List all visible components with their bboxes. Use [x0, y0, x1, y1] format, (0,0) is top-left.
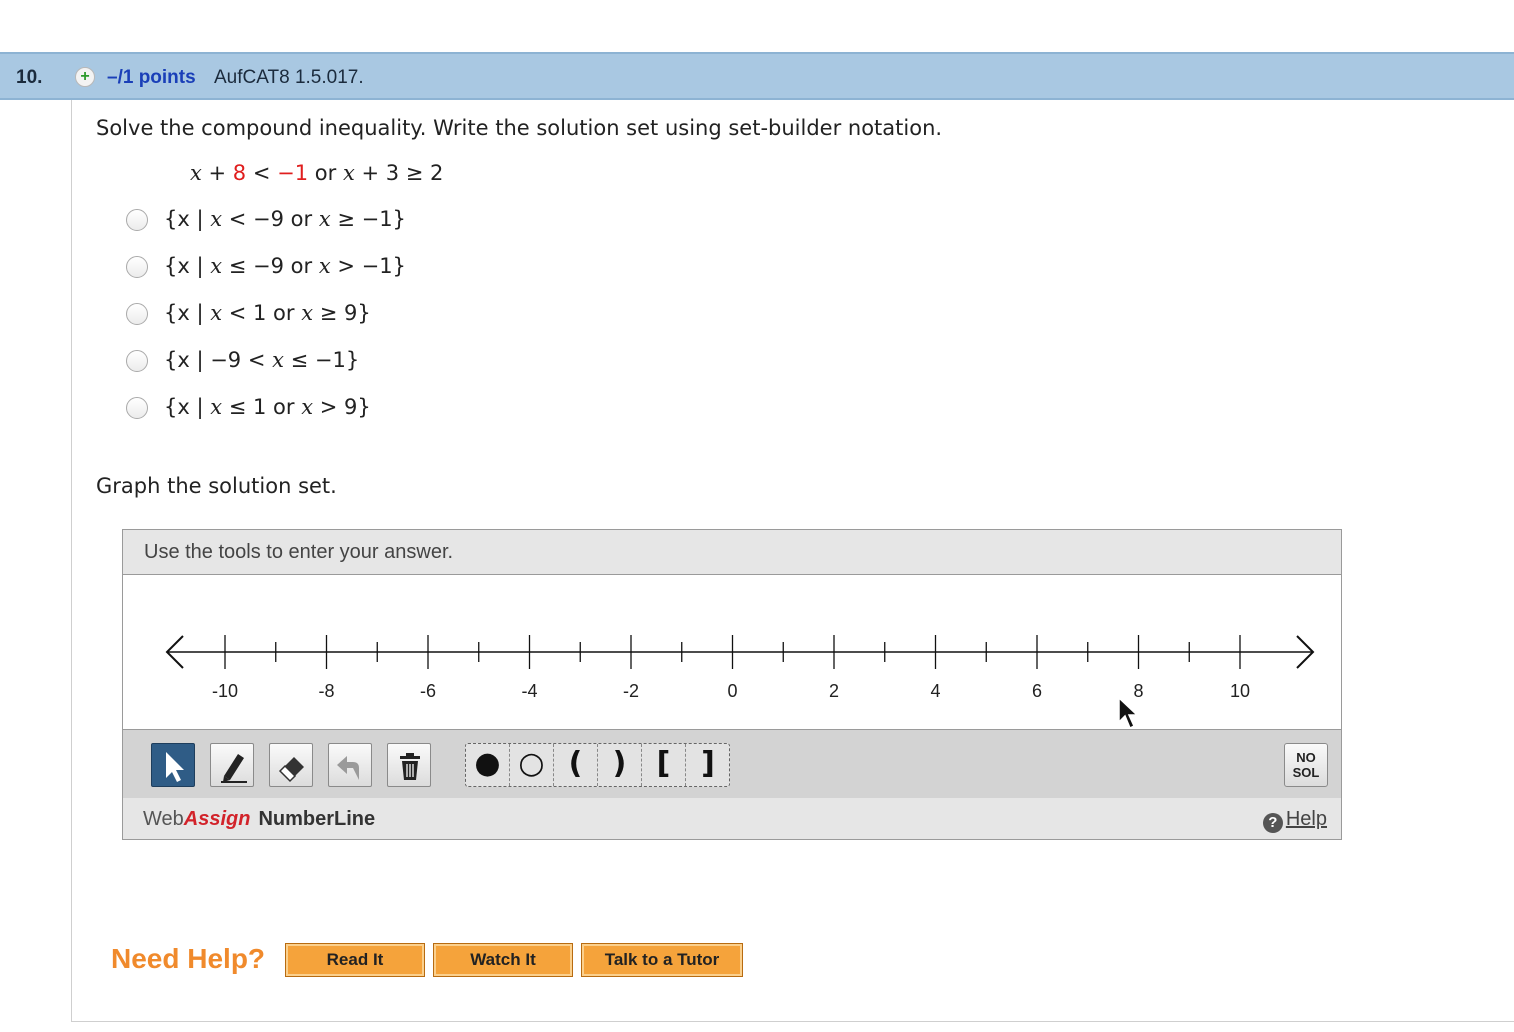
tick-label: 6: [1032, 681, 1042, 701]
question-prompt: Solve the compound inequality. Write the…: [96, 116, 943, 140]
help-label: Help: [1285, 808, 1327, 830]
mouse-cursor-icon: [1118, 696, 1139, 730]
radio-button[interactable]: [126, 350, 148, 372]
left-paren-button[interactable]: (: [554, 744, 598, 786]
radio-button[interactable]: [126, 397, 148, 419]
choice-label: {x | −9 < x ≤ −1}: [164, 348, 360, 372]
trash-icon: [400, 753, 420, 780]
tick-label: -4: [521, 681, 537, 701]
read-it-button[interactable]: Read It: [285, 943, 425, 977]
tool-header: Use the tools to enter your answer.: [123, 530, 1341, 575]
radio-button[interactable]: [126, 256, 148, 278]
watch-it-button[interactable]: Watch It: [433, 943, 573, 977]
left-bracket-button[interactable]: [: [642, 744, 686, 786]
webassign-numberline-logo: WebAssign NumberLine: [143, 808, 376, 830]
help-icon: ?: [1262, 813, 1283, 833]
points-label: –/1 points: [107, 67, 196, 88]
no-solution-line1: NO: [1296, 750, 1316, 765]
help-link[interactable]: ? Help: [1262, 808, 1327, 833]
no-solution-line2: SOL: [1292, 765, 1320, 780]
right-bracket-button[interactable]: ]: [686, 744, 730, 786]
question-code: AufCAT8 1.5.017.: [214, 67, 364, 88]
undo-tool-button[interactable]: [328, 743, 372, 787]
pointer-tool-button[interactable]: [151, 743, 195, 787]
eraser-icon: [278, 757, 304, 783]
radio-button[interactable]: [126, 209, 148, 231]
choice-label: {x | x ≤ 1 or x > 9}: [164, 395, 371, 419]
talk-to-tutor-button[interactable]: Talk to a Tutor: [581, 943, 743, 977]
tick-label: -6: [420, 681, 436, 701]
tick-label: -8: [318, 681, 334, 701]
choice-label: {x | x < 1 or x ≥ 9}: [164, 301, 371, 325]
content-left-border: [71, 100, 72, 1022]
tick-label: -2: [623, 681, 639, 701]
need-help-label: Need Help?: [111, 943, 266, 974]
choice-label: {x | x ≤ −9 or x > −1}: [164, 254, 406, 278]
trash-tool-button[interactable]: [387, 743, 431, 787]
content-bottom-border: [71, 1021, 1514, 1022]
pencil-icon: [221, 754, 247, 783]
pointer-icon: [166, 752, 184, 782]
tool-footer: WebAssign NumberLine ? Help: [123, 798, 1341, 839]
expand-plus-icon[interactable]: +: [75, 67, 95, 87]
tick-label: 10: [1230, 681, 1250, 701]
right-paren-button[interactable]: ): [598, 744, 642, 786]
tool-instruction: Use the tools to enter your answer.: [144, 541, 454, 563]
question-header: 10. + –/1 points AufCAT8 1.5.017.: [0, 52, 1514, 100]
choice-label: {x | x < −9 or x ≥ −1}: [164, 207, 406, 231]
question-number: 10.: [16, 67, 43, 88]
number-line-canvas[interactable]: -10 -8 -6 -4 -2 0 2 4 6 8 10: [123, 575, 1341, 728]
tick-label: 4: [930, 681, 940, 701]
tick-label: 0: [727, 681, 737, 701]
numberline-tool: Use the tools to enter your answer. -10 -…: [122, 529, 1342, 840]
tick-label: 2: [829, 681, 839, 701]
graph-prompt: Graph the solution set.: [96, 474, 337, 498]
endpoint-symbol-group: ● ○ ( ) [ ]: [465, 743, 730, 787]
tick-label: -10: [212, 681, 238, 701]
pencil-tool-button[interactable]: [210, 743, 254, 787]
radio-button[interactable]: [126, 303, 148, 325]
eraser-tool-button[interactable]: [269, 743, 313, 787]
closed-dot-button[interactable]: ●: [466, 744, 510, 786]
compound-inequality: x + 8 < −1 or x + 3 ≥ 2: [190, 161, 444, 185]
tool-toolbar: ● ○ ( ) [ ] NO SOL: [123, 729, 1341, 799]
no-solution-button[interactable]: NO SOL: [1284, 743, 1328, 787]
open-dot-button[interactable]: ○: [510, 744, 554, 786]
undo-icon: [337, 756, 359, 780]
